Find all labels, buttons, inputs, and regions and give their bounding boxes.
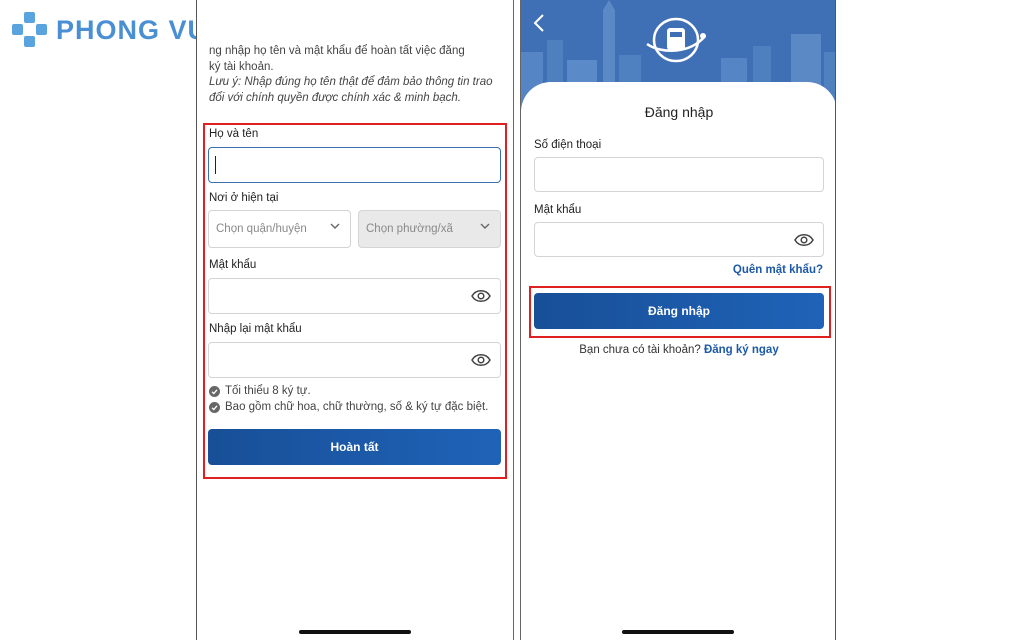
ward-placeholder: Chọn phường/xã (366, 223, 453, 235)
login-password-input[interactable] (534, 222, 824, 257)
register-prompt: Bạn chưa có tài khoản? Đăng ký ngay (521, 344, 835, 356)
no-account-text: Bạn chưa có tài khoản? (579, 344, 704, 356)
chevron-down-icon (330, 223, 340, 229)
district-placeholder: Chọn quận/huyện (216, 223, 307, 235)
requirement-text: Tối thiểu 8 ký tự. (225, 385, 311, 397)
login-password-label: Mật khẩu (534, 204, 582, 216)
complete-button[interactable]: Hoàn tất (208, 429, 501, 465)
eye-icon[interactable] (471, 289, 491, 303)
phone-label: Số điện thoại (534, 139, 602, 151)
residence-label: Nơi ở hiện tại (209, 192, 279, 204)
intro-note: Lưu ý: Nhập đúng họ tên thật để đảm bảo … (209, 76, 493, 88)
hanoi-emblem-icon (646, 17, 706, 63)
text-caret (215, 156, 216, 174)
brand-logo: PHONG VU (12, 12, 208, 48)
check-circle-icon (209, 401, 220, 413)
confirm-password-input[interactable] (208, 342, 501, 378)
forgot-password-link[interactable]: Quên mật khẩu? (733, 264, 823, 276)
login-title: Đăng nhập (644, 104, 714, 120)
phone-input[interactable] (534, 157, 824, 192)
confirm-password-label: Nhập lại mật khẩu (209, 323, 302, 335)
password-requirement: Bao gồm chữ hoa, chữ thường, số & ký tự … (209, 401, 488, 413)
password-requirement: Tối thiểu 8 ký tự. (209, 385, 311, 397)
password-input[interactable] (208, 278, 501, 314)
back-chevron-icon[interactable] (533, 14, 545, 32)
eye-icon[interactable] (794, 233, 814, 247)
eye-icon[interactable] (471, 353, 491, 367)
signup-intro: ng nhập họ tên và mật khẩu để hoàn tất v… (209, 44, 509, 106)
home-indicator (299, 630, 411, 634)
brand-name: PHONG VU (56, 14, 209, 45)
login-screen: Đăng nhập Số điện thoại Mật khẩu Quên mậ… (520, 0, 836, 640)
register-link[interactable]: Đăng ký ngay (704, 344, 779, 356)
full-name-input[interactable] (208, 147, 501, 183)
district-select[interactable]: Chọn quận/huyện (208, 210, 351, 248)
intro-note: đổi với chính quyền được chính xác & min… (209, 91, 461, 104)
password-label: Mật khẩu (209, 259, 257, 271)
ward-select[interactable]: Chọn phường/xã (358, 210, 501, 248)
home-indicator (622, 630, 734, 634)
logo-mark-icon (12, 12, 48, 48)
login-button[interactable]: Đăng nhập (534, 293, 824, 329)
name-label: Họ và tên (209, 128, 259, 140)
signup-screen: ng nhập họ tên và mật khẩu để hoàn tất v… (196, 0, 514, 640)
intro-line: ng nhập họ tên và mật khẩu để hoàn tất v… (209, 45, 465, 57)
intro-line: ký tài khoản. (209, 60, 274, 73)
requirement-text: Bao gồm chữ hoa, chữ thường, số & ký tự … (225, 401, 489, 413)
chevron-down-icon (480, 223, 490, 229)
check-circle-icon (209, 385, 220, 397)
